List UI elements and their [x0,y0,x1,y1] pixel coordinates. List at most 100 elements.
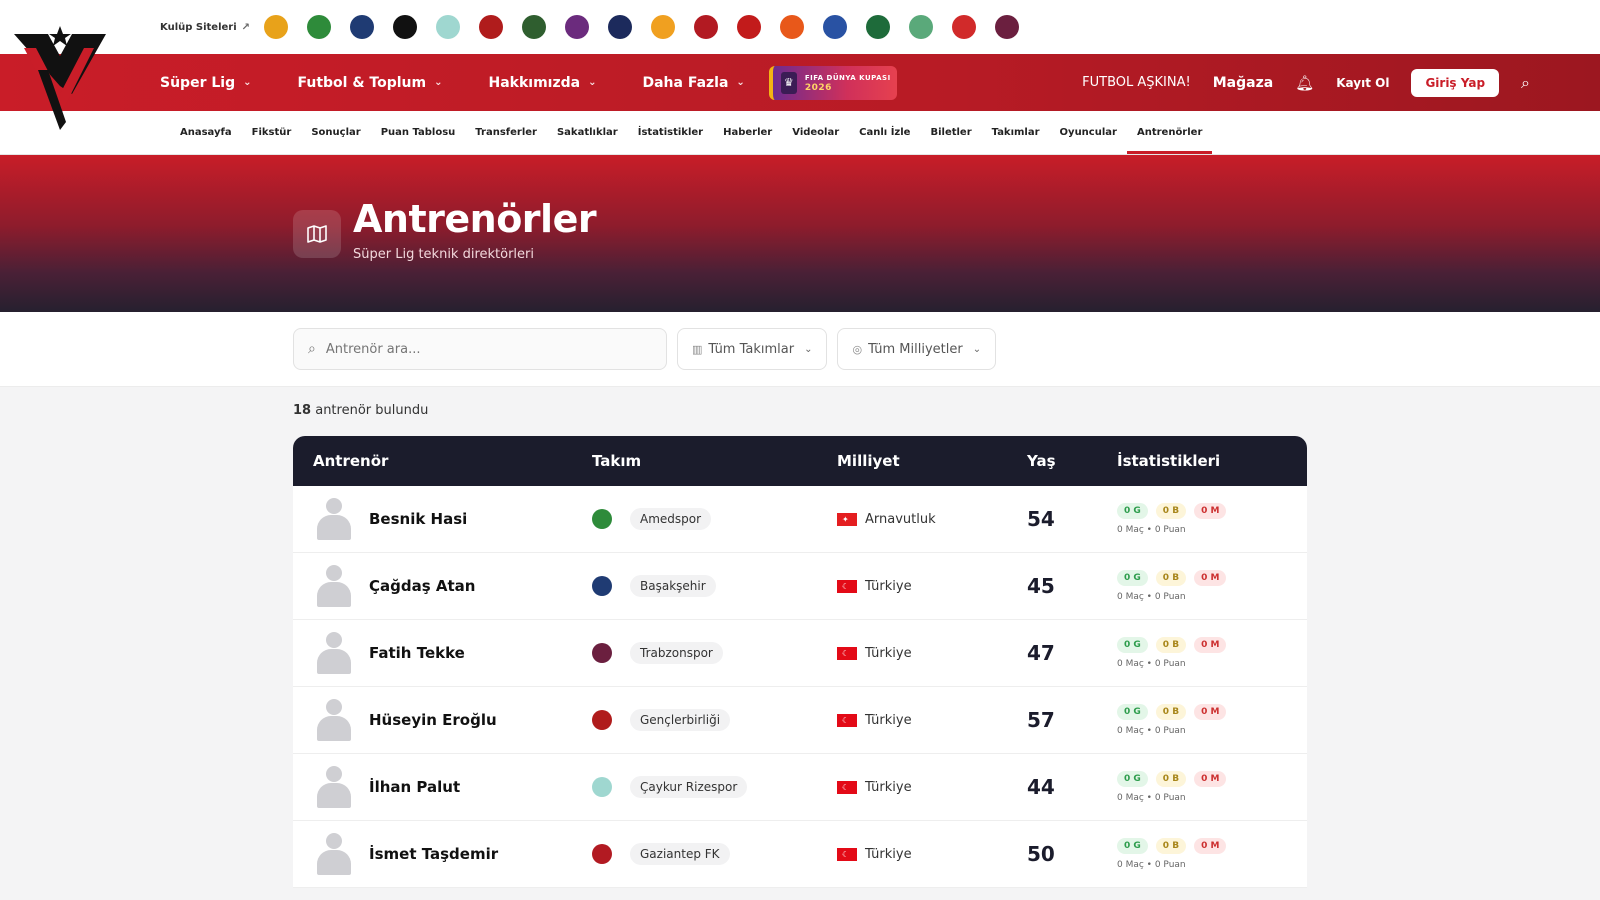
coach-search[interactable]: ⌕ [293,328,667,370]
building-icon: ▥ [692,342,703,356]
team-select[interactable]: ▥ Tüm Takımlar ⌄ [677,328,828,370]
draws-badge: 0 B [1155,771,1187,787]
club-logo-amedspor[interactable] [307,15,332,39]
team-name[interactable]: Gençlerbirliği [630,709,731,731]
club-logo-gaziantep[interactable] [694,15,719,39]
club-logo-galatasaray[interactable] [651,15,676,39]
subnav-item[interactable]: Canlı İzle [849,111,920,154]
wins-badge: 0 G [1117,771,1148,787]
subnav-item[interactable]: Antrenörler [1126,111,1213,154]
club-logo-eyupspor[interactable] [565,15,590,39]
coach-search-input[interactable] [325,341,626,357]
register-link[interactable]: Kayıt Ol [1336,76,1389,90]
page-subtitle: Süper Lig teknik direktörleri [353,247,535,262]
result-count-number: 18 [293,403,312,418]
club-logo-fenerbahce[interactable] [608,15,633,39]
nav-super-lig[interactable]: Süper Lig ⌄ [160,75,251,91]
club-logo-kocaelispor[interactable] [522,15,547,39]
nav-futbol-toplum[interactable]: Futbol & Toplum ⌄ [297,75,442,91]
coach-name[interactable]: Çağdaş Atan [369,577,475,595]
club-logo-konyaspor[interactable] [909,15,934,39]
subnav-item[interactable]: Biletler [920,111,981,154]
search-icon: ⌕ [308,341,316,357]
club-logo-karagumruk[interactable] [737,15,762,39]
header-coach[interactable]: Antrenör [293,452,592,470]
coach-name[interactable]: Hüseyin Eroğlu [369,711,497,729]
subnav-item[interactable]: Puan Tablosu [371,111,466,154]
header-team[interactable]: Takım [592,452,837,470]
subnav-item[interactable]: Takımlar [982,111,1050,154]
coach-age: 54 [1027,507,1055,531]
nav-hakkimizda[interactable]: Hakkımızda ⌄ [488,75,596,91]
chevron-down-icon: ⌄ [434,77,443,88]
table-row[interactable]: Besnik Hasi Amedspor ✦ Arnavutluk 54 0 G… [293,486,1307,553]
subnav-item[interactable]: Haberler [713,111,782,154]
club-logo-kocaeli[interactable] [866,15,891,39]
chevron-down-icon: ⌄ [972,343,982,355]
external-link-icon: ↗ [241,21,251,33]
table-row[interactable]: İsmet Taşdemir Gaziantep FK ☾ Türkiye 50… [293,821,1307,888]
team-logo-icon [592,643,612,663]
subnav-item[interactable]: İstatistikler [628,111,713,154]
subnav-item[interactable]: Fikstür [242,111,302,154]
team-name[interactable]: Trabzonspor [630,642,723,664]
coaches-table: Antrenör Takım Milliyet Yaş İstatistikle… [293,436,1307,888]
club-sites-link[interactable]: Kulüp Siteleri ↗ [160,22,250,33]
avatar [317,766,351,808]
losses-badge: 0 M [1194,570,1227,586]
club-logo-rizespor[interactable] [436,15,461,39]
team-name[interactable]: Gaziantep FK [630,843,730,865]
search-icon[interactable]: ⌕ [1521,73,1530,93]
coach-name[interactable]: İsmet Taşdemir [369,845,498,863]
avatar [317,699,351,741]
draws-badge: 0 B [1155,838,1187,854]
table-row[interactable]: Hüseyin Eroğlu Gençlerbirliği ☾ Türkiye … [293,687,1307,754]
club-logo-basaksehir[interactable] [350,15,375,39]
table-row[interactable]: Çağdaş Atan Başakşehir ☾ Türkiye 45 0 G … [293,553,1307,620]
stats-summary: 0 Maç • 0 Puan [1117,659,1186,669]
club-logo-besiktas[interactable] [393,15,418,39]
nav-label: Daha Fazla [642,74,729,91]
store-link[interactable]: Mağaza [1213,75,1273,91]
club-logo-genclerbirligi[interactable] [479,15,504,39]
losses-badge: 0 M [1194,503,1227,519]
club-logo-alanyaspor[interactable] [264,15,289,39]
bell-icon[interactable]: 🔔︎ [1295,74,1314,92]
team-name[interactable]: Çaykur Rizespor [630,776,748,798]
header-age[interactable]: Yaş [1027,452,1117,470]
wins-badge: 0 G [1117,838,1148,854]
nationality: Arnavutluk [865,511,936,527]
table-row[interactable]: Fatih Tekke Trabzonspor ☾ Türkiye 47 0 G… [293,620,1307,687]
header-nationality[interactable]: Milliyet [837,452,1027,470]
subnav-item[interactable]: Transferler [465,111,547,154]
subnav-item[interactable]: Videolar [782,111,849,154]
login-button[interactable]: Giriş Yap [1411,68,1500,97]
club-logo-trabzonspor[interactable] [995,15,1020,39]
nav-label: Hakkımızda [488,74,581,91]
subnav-item[interactable]: Sakatlıklar [547,111,628,154]
club-logo-kasimpasa[interactable] [823,15,848,39]
flag-icon: ☾ [837,713,857,727]
subnav-item[interactable]: Anasayfa [170,111,242,154]
coach-name[interactable]: İlhan Palut [369,778,460,796]
coach-name[interactable]: Fatih Tekke [369,644,465,662]
table-row[interactable]: İlhan Palut Çaykur Rizespor ☾ Türkiye 44… [293,754,1307,821]
coach-age: 44 [1027,775,1055,799]
club-logo-samsunspor[interactable] [952,15,977,39]
coach-name[interactable]: Besnik Hasi [369,510,467,528]
sub-nav: Anasayfa Fikstür Sonuçlar Puan Tablosu Trans… [0,111,1600,155]
brand-logo[interactable] [14,26,106,136]
subnav-item[interactable]: Oyuncular [1050,111,1127,154]
chevron-down-icon: ⌄ [588,77,597,88]
team-logo-icon [592,509,612,529]
wc-year: 2026 [804,82,832,93]
team-name[interactable]: Amedspor [630,508,712,530]
team-name[interactable]: Başakşehir [630,575,716,597]
club-logo-goztepe[interactable] [780,15,805,39]
coach-age: 45 [1027,574,1055,598]
world-cup-badge[interactable]: ♛ FIFA DÜNYA KUPASI 2026 [768,65,897,100]
avatar [317,498,351,540]
subnav-item[interactable]: Sonuçlar [301,111,370,154]
nationality-select[interactable]: ◎ Tüm Milliyetler ⌄ [837,328,997,370]
nav-daha-fazla[interactable]: Daha Fazla ⌄ [642,75,744,91]
